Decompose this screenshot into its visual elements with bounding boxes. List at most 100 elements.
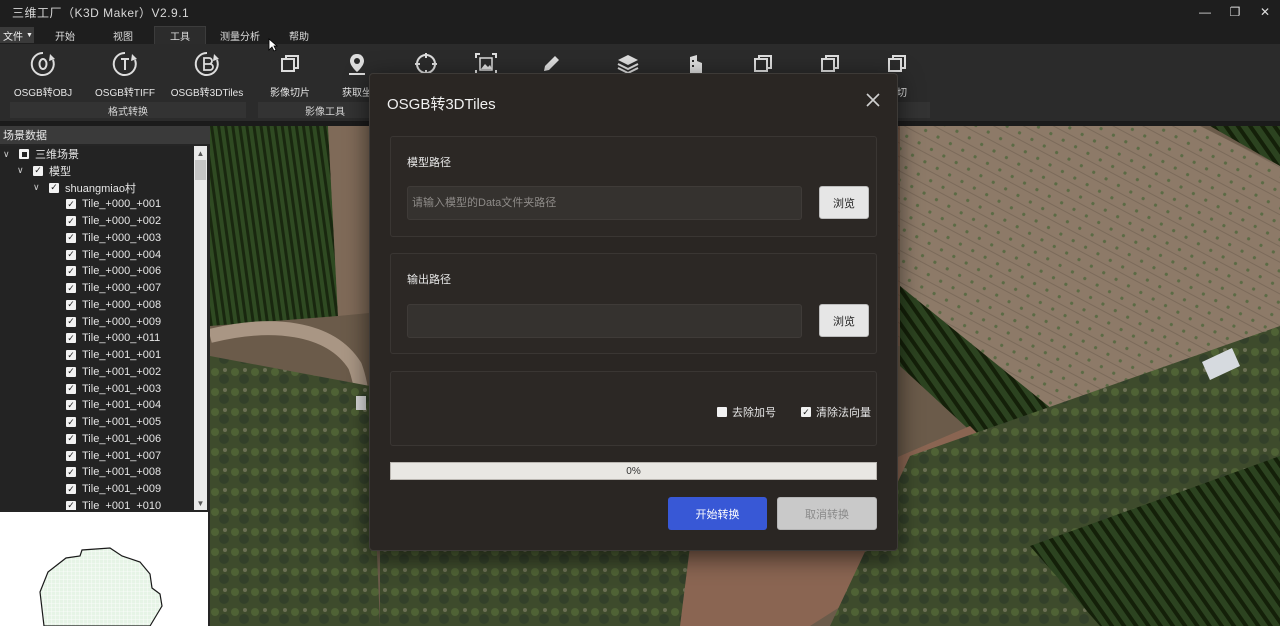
tree-item-label: 三维场景 <box>35 149 79 161</box>
tree-item[interactable]: ✓ Tile_+000_+002 <box>66 213 161 229</box>
tree-item[interactable]: ✓ Tile_+000_+006 <box>66 263 161 279</box>
tree-item[interactable]: ✓ Tile_+001_+008 <box>66 464 161 480</box>
osgb-to-3dtiles-button[interactable]: OSGB转3DTiles <box>168 50 246 100</box>
window-controls: — ❐ ✕ <box>1190 0 1280 24</box>
file-menu[interactable]: 文件 ▼ <box>0 27 34 43</box>
tree-checkbox[interactable]: ✓ <box>66 249 76 260</box>
tree-checkbox[interactable]: ✓ <box>66 333 76 344</box>
location-pin-icon <box>343 50 371 78</box>
tab-start[interactable]: 开始 <box>46 26 84 44</box>
tree-item[interactable]: ✓ Tile_+001_+005 <box>66 414 161 430</box>
tree-item-label: Tile_+000_+006 <box>82 265 162 278</box>
tree-checkbox[interactable]: ✓ <box>66 450 76 461</box>
tree-checkbox[interactable]: ✓ <box>66 232 76 243</box>
tree-item[interactable]: ✓ Tile_+001_+009 <box>66 481 161 497</box>
scroll-up-icon[interactable]: ▲ <box>194 146 207 160</box>
tree-checkbox[interactable]: ✓ <box>66 383 76 394</box>
tree-checkbox[interactable]: ✓ <box>66 500 76 510</box>
tree-scrollbar[interactable]: ▲ ▼ <box>194 146 207 510</box>
output-path-label: 输出路径 <box>407 274 451 286</box>
tree-checkbox[interactable] <box>19 149 29 159</box>
tree-checkbox[interactable]: ✓ <box>66 417 76 427</box>
tree-checkbox[interactable]: ✓ <box>33 165 43 176</box>
tree-item-label: Tile_+001_+009 <box>82 483 162 495</box>
tree-item-label: Tile_+001_+003 <box>82 382 162 395</box>
tree-checkbox[interactable]: ✓ <box>66 433 76 444</box>
tree-item-label: Tile_+000_+008 <box>82 298 162 311</box>
conversion-progress-bar: 0% <box>390 462 877 480</box>
remove-plus-option[interactable]: 去除加号 <box>717 404 776 420</box>
tab-measure[interactable]: 测量分析 <box>214 26 266 44</box>
osgb-to-tiff-button[interactable]: OSGB转TIFF <box>92 50 158 100</box>
mouse-cursor-icon <box>268 38 278 52</box>
output-browse-button[interactable]: 浏览 <box>819 304 869 337</box>
output-path-input[interactable] <box>407 304 802 338</box>
tree-checkbox[interactable]: ✓ <box>66 266 76 277</box>
tree-item[interactable]: ✓ Tile_+000_+001 <box>66 196 161 212</box>
expand-chevron-icon[interactable]: ∨ <box>17 165 27 176</box>
close-window-button[interactable]: ✕ <box>1250 0 1280 24</box>
minimize-button[interactable]: — <box>1190 0 1220 24</box>
tree-item-label: Tile_+001_+002 <box>82 365 162 378</box>
tree-item[interactable]: ∨ 三维场景 <box>3 146 79 162</box>
tree-item-label: Tile_+001_+010 <box>82 499 162 510</box>
tab-view[interactable]: 视图 <box>104 26 142 44</box>
tab-tools[interactable]: 工具 <box>154 26 206 44</box>
output-path-section: 输出路径 浏览 <box>390 253 877 354</box>
maximize-button[interactable]: ❐ <box>1220 0 1250 24</box>
expand-chevron-icon[interactable]: ∨ <box>3 149 13 160</box>
tree-item[interactable]: ✓ Tile_+000_+009 <box>66 314 161 330</box>
start-convert-button[interactable]: 开始转换 <box>668 497 767 530</box>
clear-normals-checkbox[interactable]: ✓ <box>801 407 811 417</box>
overview-minimap <box>0 512 208 626</box>
tree-item[interactable]: ✓ Tile_+001_+002 <box>66 364 161 380</box>
menu-bar: 文件 ▼ 开始 视图 工具 测量分析 帮助 <box>0 24 1280 44</box>
tree-item[interactable]: ✓ Tile_+001_+010 <box>66 498 161 510</box>
scroll-thumb[interactable] <box>195 160 206 180</box>
tree-item[interactable]: ✓ Tile_+000_+003 <box>66 230 161 246</box>
scene-tree[interactable]: ∨ 三维场景 ∨ ✓ 模型 ∨ ✓ shuangmiao村 ✓ Tile_+000_+001 ✓ Ti… <box>0 146 194 510</box>
tree-item[interactable]: ✓ Tile_+000_+008 <box>66 297 161 313</box>
remove-plus-checkbox[interactable] <box>717 407 727 417</box>
tree-item[interactable]: ✓ Tile_+001_+001 <box>66 347 161 363</box>
tree-checkbox[interactable]: ✓ <box>66 299 76 310</box>
tree-item[interactable]: ✓ Tile_+001_+004 <box>66 397 161 413</box>
osgb-tiff-icon <box>111 50 139 78</box>
image-tile-button[interactable]: 影像切片 <box>262 50 318 100</box>
tree-item[interactable]: ∨ ✓ shuangmiao村 <box>33 180 136 196</box>
options-section: 去除加号 ✓ 清除法向量 <box>390 371 877 446</box>
tree-checkbox[interactable]: ✓ <box>66 484 76 494</box>
tree-item-label: Tile_+001_+007 <box>82 449 162 462</box>
tree-checkbox[interactable]: ✓ <box>49 182 59 193</box>
expand-chevron-icon[interactable]: ∨ <box>33 182 43 193</box>
tree-checkbox[interactable]: ✓ <box>66 199 76 210</box>
cancel-convert-button[interactable]: 取消转换 <box>777 497 877 530</box>
tree-checkbox[interactable]: ✓ <box>66 366 76 377</box>
tree-checkbox[interactable]: ✓ <box>66 467 76 478</box>
group-label-partial <box>896 102 930 118</box>
tree-item[interactable]: ✓ Tile_+000_+007 <box>66 280 161 296</box>
tree-item[interactable]: ✓ Tile_+001_+003 <box>66 381 161 397</box>
group-format-convert: 格式转换 <box>10 102 246 118</box>
tree-item[interactable]: ✓ Tile_+001_+006 <box>66 431 161 447</box>
tree-item-label: Tile_+000_+003 <box>82 231 162 244</box>
close-icon[interactable] <box>864 92 882 110</box>
tree-item[interactable]: ✓ Tile_+001_+007 <box>66 448 161 464</box>
osgb-to-tiff-label: OSGB转TIFF <box>95 88 155 99</box>
tab-help[interactable]: 帮助 <box>280 26 318 44</box>
tree-item[interactable]: ∨ ✓ 模型 <box>17 163 71 179</box>
tree-item-label: Tile_+000_+007 <box>82 282 162 294</box>
osgb-to-obj-button[interactable]: OSGB转OBJ <box>10 50 76 100</box>
tree-item[interactable]: ✓ Tile_+000_+011 <box>66 330 160 346</box>
model-browse-button[interactable]: 浏览 <box>819 186 869 219</box>
tree-checkbox[interactable]: ✓ <box>66 400 76 411</box>
tree-checkbox[interactable]: ✓ <box>66 283 76 293</box>
clear-normals-option[interactable]: ✓ 清除法向量 <box>801 404 871 420</box>
tree-checkbox[interactable]: ✓ <box>66 350 76 360</box>
image-tile-label: 影像切片 <box>270 88 310 99</box>
model-path-input[interactable] <box>407 186 802 220</box>
tree-item[interactable]: ✓ Tile_+000_+004 <box>66 247 161 263</box>
scroll-down-icon[interactable]: ▼ <box>194 496 207 510</box>
tree-checkbox[interactable]: ✓ <box>66 316 76 327</box>
tree-checkbox[interactable]: ✓ <box>66 216 76 226</box>
